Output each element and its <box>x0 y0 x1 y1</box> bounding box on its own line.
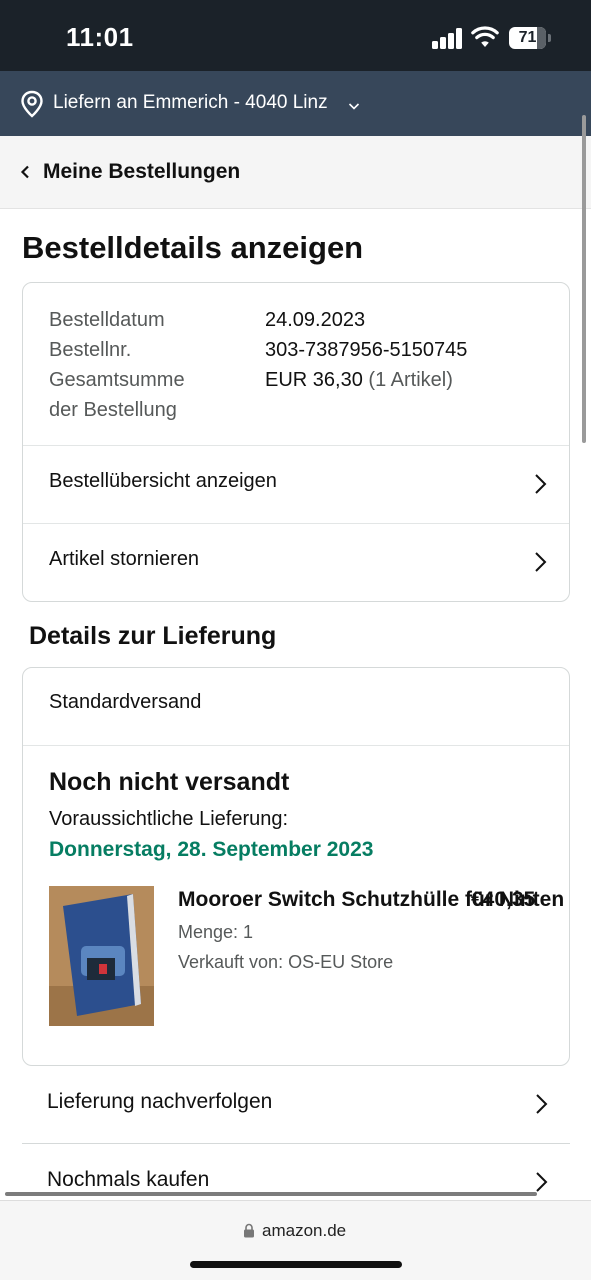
status-bar: 11:01 71 <box>0 0 591 71</box>
product-seller: Verkauft von: OS-EU Store <box>178 952 394 972</box>
order-info: Bestelldatum 24.09.2023 Bestellnr. 303-7… <box>49 305 467 425</box>
order-total-label-line2: der Bestellung <box>49 399 177 421</box>
shipment-status: Noch nicht versandt <box>49 768 290 796</box>
status-time: 11:01 <box>66 22 134 52</box>
delivery-location-text: Liefern an Emmerich - 4040 Linz <box>53 92 328 113</box>
order-date-label: Bestelldatum <box>49 309 165 331</box>
view-order-summary-link[interactable]: Bestellübersicht anzeigen <box>23 445 569 523</box>
lock-icon <box>244 1223 254 1238</box>
cancel-items-link[interactable]: Artikel stornieren <box>23 523 569 601</box>
order-total-label: Gesamtsumme <box>49 369 185 391</box>
battery-level: 71 <box>518 29 537 46</box>
shipping-method: Standardversand <box>49 691 202 713</box>
product-image[interactable] <box>49 886 154 1026</box>
eta-label: Voraussichtliche Lieferung: <box>49 808 289 830</box>
horizontal-scrollbar[interactable] <box>5 1192 537 1196</box>
vertical-scrollbar[interactable] <box>582 115 586 443</box>
chevron-left-icon <box>20 165 29 179</box>
view-order-summary-label: Bestellübersicht anzeigen <box>49 470 277 492</box>
signal-icon <box>432 27 464 49</box>
track-package-link[interactable]: Lieferung nachverfolgen <box>22 1066 570 1144</box>
url-text[interactable]: amazon.de <box>262 1221 346 1241</box>
delivery-card: Standardversand Noch nicht versandt Vora… <box>22 667 570 1066</box>
buy-again-label: Nochmals kaufen <box>47 1168 210 1191</box>
browser-url-bar[interactable]: amazon.de <box>0 1200 591 1280</box>
cancel-items-label: Artikel stornieren <box>49 548 200 570</box>
delivery-location-bar[interactable]: Liefern an Emmerich - 4040 Linz <box>0 71 591 136</box>
order-date-value: 24.09.2023 <box>265 309 366 331</box>
battery-icon: 71 <box>509 27 551 49</box>
order-number-value: 303-7387956-5150745 <box>265 339 468 361</box>
order-number-label: Bestellnr. <box>49 339 132 361</box>
order-summary-card: Bestelldatum 24.09.2023 Bestellnr. 303-7… <box>22 282 570 602</box>
eta-date: Donnerstag, 28. September 2023 <box>49 838 374 861</box>
product-price: €40,35 <box>471 888 536 911</box>
chevron-right-icon <box>536 1094 548 1114</box>
chevron-right-icon <box>535 474 547 494</box>
location-pin-icon <box>21 90 43 118</box>
back-nav[interactable]: Meine Bestellungen <box>0 136 591 209</box>
back-link-my-orders[interactable]: Meine Bestellungen <box>43 160 240 184</box>
page-title: Bestelldetails anzeigen <box>22 230 364 265</box>
order-item-count: (1 Artikel) <box>368 369 453 391</box>
wifi-icon <box>471 26 499 47</box>
delivery-section-title: Details zur Lieferung <box>29 622 277 650</box>
order-total-value: EUR 36,30 <box>265 369 363 391</box>
shipment-block: Noch nicht versandt Voraussichtliche Lie… <box>23 745 569 1065</box>
product-quantity: Menge: 1 <box>178 922 254 942</box>
chevron-down-icon <box>348 103 360 110</box>
chevron-right-icon <box>536 1172 548 1192</box>
home-indicator[interactable] <box>190 1261 402 1268</box>
track-package-label: Lieferung nachverfolgen <box>47 1090 273 1113</box>
chevron-right-icon <box>535 552 547 572</box>
